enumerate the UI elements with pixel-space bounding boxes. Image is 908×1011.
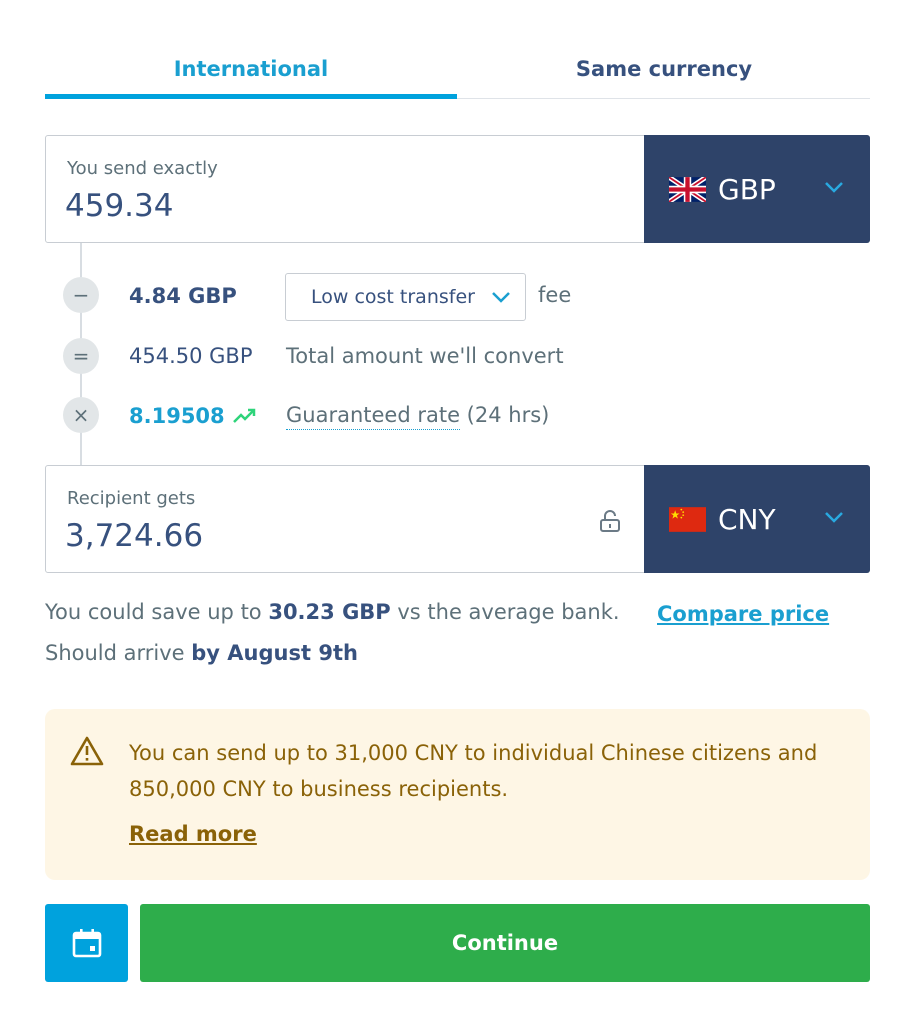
exchange-rate-value: 8.19508 — [129, 404, 225, 428]
receive-currency-select[interactable]: CNY — [644, 465, 870, 573]
calendar-icon — [72, 929, 101, 958]
compare-price-link[interactable]: Compare price — [657, 602, 829, 626]
china-flag-icon — [669, 506, 706, 532]
fee-method-select[interactable]: Low cost transfer — [285, 273, 526, 321]
continue-button[interactable]: Continue — [140, 904, 870, 982]
arrival-text: Should arrive by August 9th — [45, 641, 358, 665]
trend-up-icon — [232, 408, 255, 423]
equals-icon: = — [63, 338, 99, 374]
warning-icon — [70, 736, 104, 766]
receive-currency-code: CNY — [718, 502, 776, 536]
send-amount-label: You send exactly — [67, 158, 218, 179]
minus-icon: − — [63, 277, 99, 313]
send-amount-box: You send exactly 459.34 GBP — [45, 135, 870, 243]
receive-amount-label: Recipient gets — [67, 488, 196, 509]
transfer-type-tabs: International Same currency — [45, 40, 870, 99]
receive-amount-box: Recipient gets 3,724.66 CNY — [45, 465, 870, 573]
send-currency-select[interactable]: GBP — [644, 135, 870, 243]
receive-amount-input[interactable]: 3,724.66 — [65, 518, 203, 554]
limit-warning-banner: You can send up to 31,000 CNY to individ… — [45, 709, 870, 880]
multiply-icon: × — [63, 397, 99, 433]
send-amount-input[interactable]: 459.34 — [65, 188, 173, 224]
arrival-date: by August 9th — [191, 641, 358, 665]
exchange-rate[interactable]: 8.19508 — [129, 404, 257, 428]
fee-method-label: Low cost transfer — [311, 286, 475, 308]
guaranteed-rate-text: Guaranteed rate (24 hrs) — [286, 403, 550, 430]
chevron-down-icon — [825, 512, 843, 523]
chevron-down-icon — [825, 182, 843, 193]
read-more-link[interactable]: Read more — [129, 822, 257, 846]
savings-text: You could save up to 30.23 GBP vs the av… — [45, 600, 620, 624]
total-convert-label: Total amount we'll convert — [286, 344, 564, 368]
schedule-transfer-button[interactable] — [45, 904, 128, 982]
total-convert-amount: 454.50 GBP — [129, 344, 253, 368]
chevron-down-icon — [492, 292, 510, 303]
savings-amount: 30.23 GBP — [268, 600, 391, 624]
guaranteed-rate-duration: (24 hrs) — [460, 403, 550, 427]
tab-same-currency[interactable]: Same currency — [458, 40, 870, 98]
fee-suffix: fee — [538, 283, 572, 307]
warning-text: You can send up to 31,000 CNY to individ… — [129, 741, 818, 801]
unlock-icon[interactable] — [599, 510, 621, 532]
send-currency-code: GBP — [718, 172, 776, 206]
guaranteed-rate-link[interactable]: Guaranteed rate — [286, 403, 460, 430]
tab-international[interactable]: International — [45, 40, 457, 99]
fee-amount: 4.84 GBP — [129, 284, 237, 308]
uk-flag-icon — [669, 176, 706, 202]
